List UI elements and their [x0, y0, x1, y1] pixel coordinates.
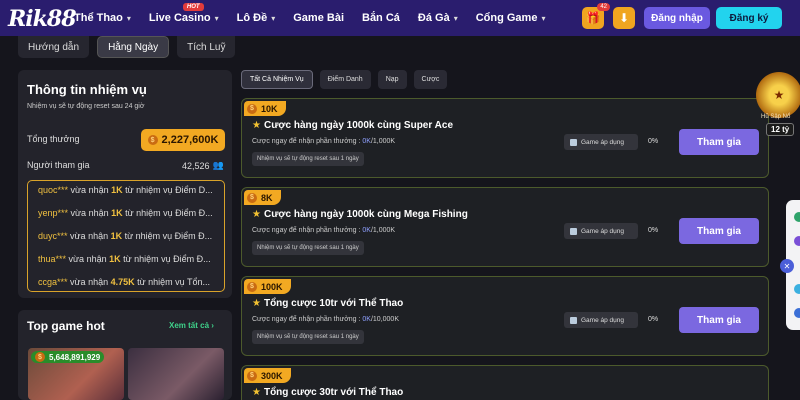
- star-icon: ★: [252, 298, 261, 309]
- reward-badge: $100K: [244, 279, 291, 294]
- see-all-link[interactable]: Xem tất cả ›: [169, 321, 214, 330]
- list-item: ccga*** vừa nhận 4.75K từ nhiệm vụ Tổn..…: [38, 277, 211, 287]
- nav-da-ga[interactable]: Đá Gà ▾: [418, 12, 458, 24]
- filter-all[interactable]: Tất Cả Nhiệm Vụ: [241, 70, 313, 89]
- list-item: duyc*** vừa nhận 1K từ nhiệm vụ Điểm Đ..…: [38, 231, 213, 241]
- jackpot-value: 12 tỷ: [766, 123, 795, 136]
- nav-live-casino[interactable]: HOT Live Casino ▾: [149, 3, 219, 24]
- top-game-title: Top game hot: [27, 319, 105, 333]
- mission-filters: Tất Cả Nhiệm Vụ Điểm Danh Nạp Cược: [241, 70, 454, 89]
- register-button[interactable]: Đăng ký: [716, 7, 782, 29]
- reward-feed: quoc*** vừa nhận 1K từ nhiệm vụ Điểm D..…: [27, 180, 225, 292]
- chat-icon[interactable]: [794, 284, 800, 294]
- mission-card: $10K ★ Cược hàng ngày 1000k cùng Super Ac…: [241, 98, 769, 178]
- nav-the-thao[interactable]: Thể Thao ▾: [74, 12, 131, 24]
- main-nav: Thể Thao ▾ HOT Live Casino ▾ Lô Đề ▾ Game Bà…: [74, 0, 563, 36]
- chevron-down-icon: ▾: [271, 13, 276, 23]
- total-reward-label: Tổng thưởng: [27, 134, 80, 144]
- jackpot-icon: ★: [756, 72, 800, 118]
- total-reward-value: $2,227,600K: [141, 129, 225, 151]
- game-icon: [570, 138, 577, 146]
- game-icon: [570, 316, 577, 324]
- list-item: thua*** vừa nhận 1K từ nhiệm vụ Điểm Đ..…: [38, 254, 211, 264]
- jackpot-value-badge: $5,648,891,929: [31, 351, 105, 363]
- support-icon[interactable]: [794, 308, 800, 318]
- reset-note: Nhiệm vụ sẽ tự động reset sau 1 ngày: [252, 152, 364, 166]
- coin-icon: $: [147, 135, 158, 145]
- top-header: Rik88 Thể Thao ▾ HOT Live Casino ▾ Lô Đề ▾ G…: [0, 0, 800, 36]
- participants-value: 42,526 👥: [182, 160, 224, 171]
- mission-title: ★ Tổng cược 30tr với Thể Thao: [252, 387, 404, 398]
- reset-note: Nhiệm vụ sẽ tự động reset sau 1 ngày: [252, 330, 364, 344]
- game-thumbnail[interactable]: [128, 348, 224, 400]
- mission-card: $8K ★ Cược hàng ngày 1000k cùng Mega Fish…: [241, 187, 769, 267]
- jackpot-widget[interactable]: ★ Hũ Sập Nổ 12 tỷ: [752, 70, 800, 136]
- gift-count-badge: 42: [597, 3, 610, 11]
- mission-title: ★ Cược hàng ngày 1000k cùng Super Ace: [252, 120, 454, 131]
- reward-badge: $300K: [244, 368, 291, 383]
- filter-nap[interactable]: Nạp: [377, 70, 407, 89]
- tab-tich-luy[interactable]: Tích Luỹ: [177, 36, 236, 58]
- coin-icon: $: [247, 370, 257, 381]
- filter-diem-danh[interactable]: Điểm Danh: [319, 70, 371, 89]
- mission-info-subtitle: Nhiệm vụ sẽ tự động reset sau 24 giờ: [27, 103, 145, 110]
- coin-icon: $: [247, 192, 257, 203]
- site-logo[interactable]: Rik88: [8, 6, 76, 32]
- tab-huong-dan[interactable]: Hướng dẫn: [18, 36, 90, 58]
- mission-progress: Cược ngay để nhận phần thưởng : 0K/1,000…: [252, 138, 396, 145]
- chevron-down-icon: ▾: [453, 13, 458, 23]
- progress-percent: 0%: [648, 227, 659, 234]
- join-button[interactable]: Tham gia: [679, 129, 759, 155]
- login-button[interactable]: Đăng nhập: [644, 7, 710, 29]
- chevron-down-icon: ▾: [214, 13, 219, 23]
- reset-note: Nhiệm vụ sẽ tự động reset sau 1 ngày: [252, 241, 364, 255]
- nav-ban-ca[interactable]: Bắn Cá: [362, 12, 400, 24]
- list-item: yenp*** vừa nhận 1K từ nhiệm vụ Điểm Đ..…: [38, 208, 213, 218]
- telegram-icon[interactable]: [794, 236, 800, 246]
- reward-badge: $10K: [244, 101, 286, 116]
- jackpot-subtitle: Hũ Sập Nổ: [761, 114, 791, 120]
- progress-percent: 0%: [648, 138, 659, 145]
- mission-tabs: Hướng dẫn Hằng Ngày Tích Luỹ: [18, 36, 243, 58]
- chevron-down-icon: ▾: [541, 13, 546, 23]
- applicable-game-button[interactable]: Game áp dụng: [564, 134, 638, 150]
- hot-badge: HOT: [182, 3, 204, 11]
- mission-progress: Cược ngay để nhận phần thưởng : 0K/1,000…: [252, 227, 396, 234]
- mission-title: ★ Tổng cược 10tr với Thể Thao: [252, 298, 404, 309]
- participants-label: Người tham gia: [27, 160, 90, 170]
- star-icon: ★: [252, 209, 261, 220]
- gift-icon[interactable]: 🎁 42: [582, 3, 610, 29]
- game-thumbnail[interactable]: $5,648,891,929: [28, 348, 124, 400]
- applicable-game-button[interactable]: Game áp dụng: [564, 223, 638, 239]
- tab-hang-ngay[interactable]: Hằng Ngày: [97, 36, 170, 58]
- mission-title: ★ Cược hàng ngày 1000k cùng Mega Fishing: [252, 209, 468, 220]
- download-icon[interactable]: ⬇: [613, 7, 635, 29]
- chevron-right-icon: ›: [211, 321, 214, 330]
- game-icon: [570, 227, 577, 235]
- star-icon: ★: [252, 387, 261, 398]
- mission-info-title: Thông tin nhiệm vụ: [27, 82, 147, 97]
- coin-icon: $: [247, 281, 257, 292]
- users-icon: 👥: [212, 160, 224, 170]
- reward-badge: $8K: [244, 190, 281, 205]
- nav-game-bai[interactable]: Game Bài: [293, 12, 344, 24]
- nav-lo-de[interactable]: Lô Đề ▾: [237, 12, 276, 24]
- list-item: quoc*** vừa nhận 1K từ nhiệm vụ Điểm D..…: [38, 185, 213, 195]
- contact-icon[interactable]: [794, 212, 800, 222]
- top-game-panel: Top game hot Xem tất cả › $5,648,891,929: [18, 310, 232, 400]
- coin-icon: $: [35, 352, 45, 362]
- applicable-game-button[interactable]: Game áp dụng: [564, 312, 638, 328]
- close-icon[interactable]: ✕: [780, 259, 794, 273]
- mission-progress: Cược ngay để nhận phần thưởng : 0K/10,00…: [252, 316, 399, 323]
- join-button[interactable]: Tham gia: [679, 218, 759, 244]
- join-button[interactable]: Tham gia: [679, 307, 759, 333]
- nav-cong-game[interactable]: Cổng Game ▾: [476, 12, 546, 24]
- mission-card: $100K ★ Tổng cược 10tr với Thể Thao Cược …: [241, 276, 769, 356]
- coin-icon: $: [247, 103, 257, 114]
- mission-card: $300K ★ Tổng cược 30tr với Thể Thao: [241, 365, 769, 400]
- progress-percent: 0%: [648, 316, 659, 323]
- star-icon: ★: [252, 120, 261, 131]
- filter-cuoc[interactable]: Cược: [413, 70, 448, 89]
- chevron-down-icon: ▾: [126, 13, 131, 23]
